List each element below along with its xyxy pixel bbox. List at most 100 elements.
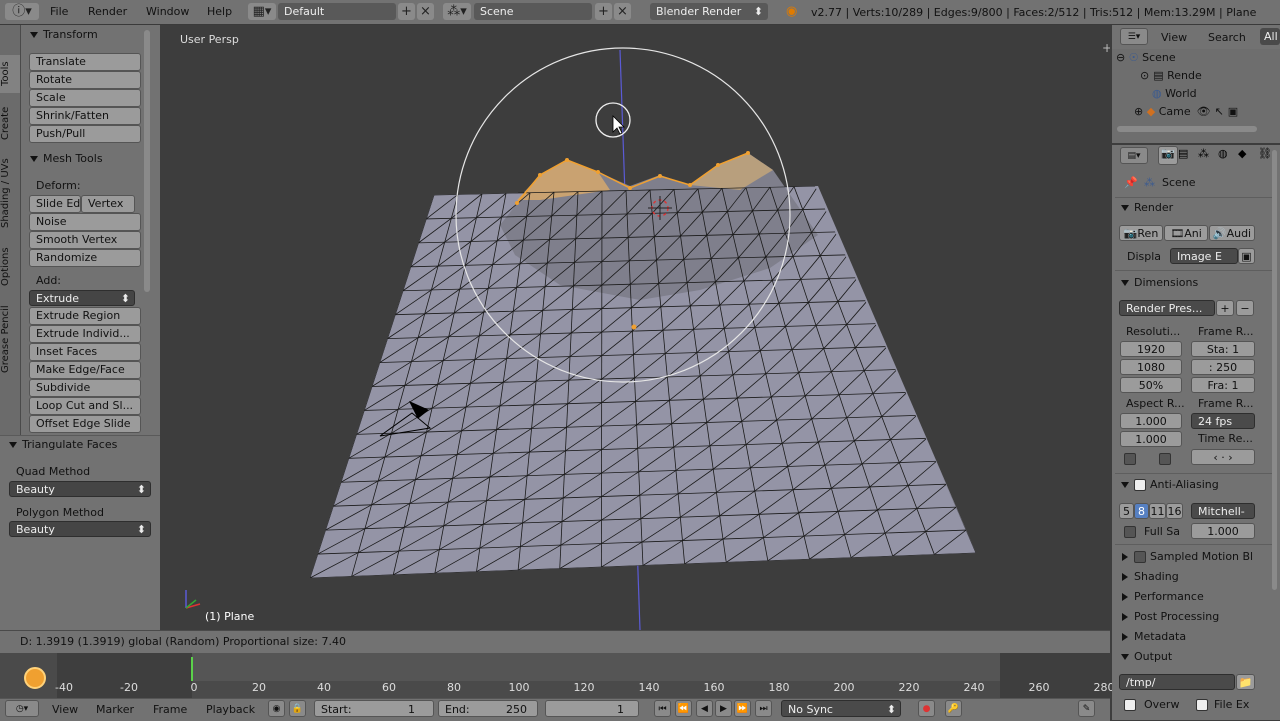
border-checkbox[interactable] bbox=[1124, 453, 1136, 465]
prev-keyframe-icon[interactable]: ⏪ bbox=[675, 700, 692, 717]
panel-dimensions-header[interactable]: Dimensions bbox=[1121, 276, 1198, 289]
start-frame-field[interactable]: Start: 1 bbox=[314, 700, 434, 717]
panel-triangulate-header[interactable]: Triangulate Faces bbox=[9, 438, 117, 451]
scene-tab-icon[interactable]: ⁂ bbox=[1198, 147, 1209, 160]
frame-step-field[interactable]: Fra: 1 bbox=[1191, 377, 1255, 393]
panel-mesh-tools-header[interactable]: Mesh Tools bbox=[30, 152, 103, 165]
jump-start-icon[interactable]: ⏮ bbox=[654, 700, 671, 717]
timeline-area[interactable] bbox=[0, 653, 1110, 698]
rotate-button[interactable]: Rotate bbox=[29, 71, 141, 89]
subdivide-button[interactable]: Subdivide bbox=[29, 379, 141, 397]
tab-options[interactable]: Options bbox=[0, 243, 20, 291]
resolution-y-field[interactable]: 1080 bbox=[1120, 359, 1182, 375]
aa-samples-8[interactable]: 8 bbox=[1134, 503, 1149, 519]
layout-icon[interactable]: ▦▾ bbox=[248, 3, 276, 20]
tab-grease-pencil[interactable]: Grease Pencil bbox=[0, 301, 20, 377]
anti-aliasing-checkbox[interactable] bbox=[1134, 479, 1146, 491]
aa-samples-11[interactable]: 11 bbox=[1149, 503, 1166, 519]
outliner-row-scene[interactable]: ⊖ ☉ Scene bbox=[1114, 51, 1280, 67]
play-reverse-icon[interactable]: ◀ bbox=[696, 700, 713, 717]
push-pull-button[interactable]: Push/Pull bbox=[29, 125, 141, 143]
timeline-editor-type-button[interactable]: ◷▾ bbox=[5, 700, 39, 717]
fps-dropdown[interactable]: 24 fps bbox=[1191, 413, 1255, 429]
aa-filter-dropdown[interactable]: Mitchell- bbox=[1191, 503, 1255, 519]
tab-tools[interactable]: Tools bbox=[0, 55, 20, 93]
next-keyframe-icon[interactable]: ⏩ bbox=[734, 700, 751, 717]
auto-keyframe-icon[interactable]: ● bbox=[918, 700, 935, 717]
outliner-row-world[interactable]: ◍ World bbox=[1152, 87, 1197, 100]
constraints-tab-icon[interactable]: ⛓ bbox=[1258, 147, 1272, 160]
frame-start-field[interactable]: Sta: 1 bbox=[1191, 341, 1255, 357]
panel-post-processing-header[interactable]: Post Processing bbox=[1121, 610, 1219, 623]
outliner-editor-type-button[interactable]: ☰▾ bbox=[1120, 28, 1148, 45]
render-engine-dropdown[interactable]: Blender Render ⬍ bbox=[650, 3, 768, 20]
outliner-menu-search[interactable]: Search bbox=[1208, 31, 1246, 44]
remove-scene-icon[interactable]: × bbox=[614, 3, 631, 20]
panel-sampled-motion-header[interactable]: Sampled Motion Bl bbox=[1121, 550, 1253, 563]
filter-size-field[interactable]: 1.000 bbox=[1191, 523, 1255, 539]
display-dropdown[interactable]: Image E bbox=[1170, 248, 1238, 264]
render-toggle-icon[interactable]: ▣ bbox=[1228, 105, 1238, 118]
panel-performance-header[interactable]: Performance bbox=[1121, 590, 1204, 603]
overwrite-checkbox[interactable] bbox=[1124, 699, 1136, 711]
menu-window[interactable]: Window bbox=[146, 5, 189, 18]
layout-field[interactable]: Default bbox=[278, 3, 396, 20]
remove-preset-icon[interactable]: − bbox=[1236, 300, 1254, 316]
tab-create[interactable]: Create bbox=[0, 103, 20, 143]
outliner-row-camera[interactable]: ⊕ ◆ Came 👁 ↖ ▣ bbox=[1134, 105, 1238, 118]
viewport-add-icon[interactable]: + bbox=[1102, 41, 1110, 55]
quad-method-dropdown[interactable]: Beauty ⬍ bbox=[9, 481, 151, 497]
play-icon[interactable]: ▶ bbox=[715, 700, 732, 717]
current-frame-field[interactable]: 1 bbox=[545, 700, 639, 717]
render-tab-icon[interactable]: 📷 bbox=[1158, 146, 1178, 165]
timeline-menu-view[interactable]: View bbox=[52, 703, 78, 716]
aspect-x-field[interactable]: 1.000 bbox=[1120, 413, 1182, 429]
panel-shading-header[interactable]: Shading bbox=[1121, 570, 1179, 583]
aa-samples-16[interactable]: 16 bbox=[1166, 503, 1183, 519]
file-extensions-checkbox[interactable] bbox=[1196, 699, 1208, 711]
scene-icon[interactable]: ⁂▾ bbox=[443, 3, 471, 20]
properties-editor-type-button[interactable]: ▤▾ bbox=[1120, 147, 1148, 164]
outliner-scrollbar[interactable] bbox=[1117, 126, 1257, 132]
shrink-fatten-button[interactable]: Shrink/Fatten bbox=[29, 107, 141, 125]
aa-samples-5[interactable]: 5 bbox=[1119, 503, 1134, 519]
jump-end-icon[interactable]: ⏭ bbox=[755, 700, 772, 717]
record-keyframe-icon[interactable]: ◉ bbox=[268, 700, 285, 717]
panel-render-header[interactable]: Render bbox=[1121, 201, 1173, 214]
keying-set-icon[interactable]: 🔑 bbox=[945, 700, 962, 717]
render-audio-button[interactable]: 🔊Audi bbox=[1209, 225, 1255, 241]
slide-edge-button[interactable]: Slide Ed bbox=[29, 195, 81, 213]
tab-shading-uvs[interactable]: Shading / UVs bbox=[0, 153, 20, 233]
add-layout-icon[interactable]: + bbox=[398, 3, 415, 20]
sync-dropdown[interactable]: No Sync ⬍ bbox=[781, 700, 901, 717]
object-tab-icon[interactable]: ◆ bbox=[1238, 147, 1246, 160]
tool-shelf-scrollbar[interactable] bbox=[144, 30, 150, 292]
extrude-region-button[interactable]: Extrude Region bbox=[29, 307, 141, 325]
full-sample-checkbox[interactable] bbox=[1124, 526, 1136, 538]
eye-icon[interactable]: 👁 bbox=[1197, 105, 1211, 118]
noise-button[interactable]: Noise bbox=[29, 213, 141, 231]
panel-output-header[interactable]: Output bbox=[1121, 650, 1172, 663]
end-frame-field[interactable]: End: 250 bbox=[438, 700, 538, 717]
properties-scrollbar[interactable] bbox=[1272, 150, 1277, 590]
panel-metadata-header[interactable]: Metadata bbox=[1121, 630, 1186, 643]
render-image-button[interactable]: 📷Ren bbox=[1119, 225, 1163, 241]
timeline-menu-marker[interactable]: Marker bbox=[96, 703, 134, 716]
extrude-individual-button[interactable]: Extrude Individ... bbox=[29, 325, 141, 343]
polygon-method-dropdown[interactable]: Beauty ⬍ bbox=[9, 521, 151, 537]
remove-layout-icon[interactable]: × bbox=[417, 3, 434, 20]
add-scene-icon[interactable]: + bbox=[595, 3, 612, 20]
add-preset-icon[interactable]: + bbox=[1216, 300, 1234, 316]
frame-end-field[interactable]: : 250 bbox=[1191, 359, 1255, 375]
frame-marker-icon[interactable] bbox=[24, 667, 46, 689]
inset-faces-button[interactable]: Inset Faces bbox=[29, 343, 141, 361]
make-edge-face-button[interactable]: Make Edge/Face bbox=[29, 361, 141, 379]
sampled-motion-checkbox[interactable] bbox=[1134, 551, 1146, 563]
timeline-menu-frame[interactable]: Frame bbox=[153, 703, 187, 716]
menu-render[interactable]: Render bbox=[88, 5, 127, 18]
loop-cut-button[interactable]: Loop Cut and Sl... bbox=[29, 397, 141, 415]
current-frame-line[interactable] bbox=[191, 657, 193, 681]
scale-button[interactable]: Scale bbox=[29, 89, 141, 107]
time-remap-field[interactable]: ‹ · › bbox=[1191, 449, 1255, 465]
extrude-dropdown[interactable]: Extrude ⬍ bbox=[29, 290, 135, 306]
